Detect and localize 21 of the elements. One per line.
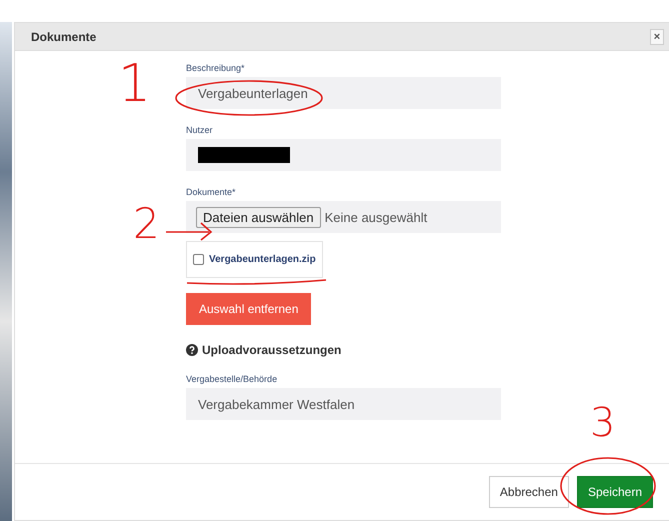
- file-status: Keine ausgewählt: [324, 210, 428, 224]
- annotation-number: 1: [118, 58, 152, 110]
- close-button[interactable]: ×: [650, 28, 664, 44]
- field-label: Beschreibung*: [186, 63, 245, 73]
- cancel-button[interactable]: Abbrechen: [488, 476, 569, 508]
- field-label: Dokumente*: [186, 187, 236, 197]
- field-label: Nutzer: [186, 125, 213, 135]
- remove-selection-button[interactable]: Auswahl entfernen: [186, 293, 312, 325]
- choose-files-button[interactable]: Dateien auswählen: [196, 206, 321, 228]
- field-label: Vergabestelle/Behörde: [186, 374, 278, 384]
- annotation-number: 3: [590, 403, 616, 443]
- checkbox[interactable]: [193, 254, 204, 265]
- annotation-number: 2: [133, 203, 160, 245]
- input-field[interactable]: Vergabekammer Westfalen: [186, 388, 501, 420]
- input-field[interactable]: Vergabeunterlagen: [186, 77, 501, 109]
- help-icon: [186, 344, 198, 356]
- dialog-title: Dokumente: [31, 30, 96, 44]
- input-field[interactable]: [186, 139, 501, 171]
- section-heading: Uploadvoraussetzungen: [202, 343, 342, 357]
- file-link[interactable]: Vergabeunterlagen.zip: [209, 254, 316, 265]
- save-button[interactable]: Speichern: [576, 476, 653, 508]
